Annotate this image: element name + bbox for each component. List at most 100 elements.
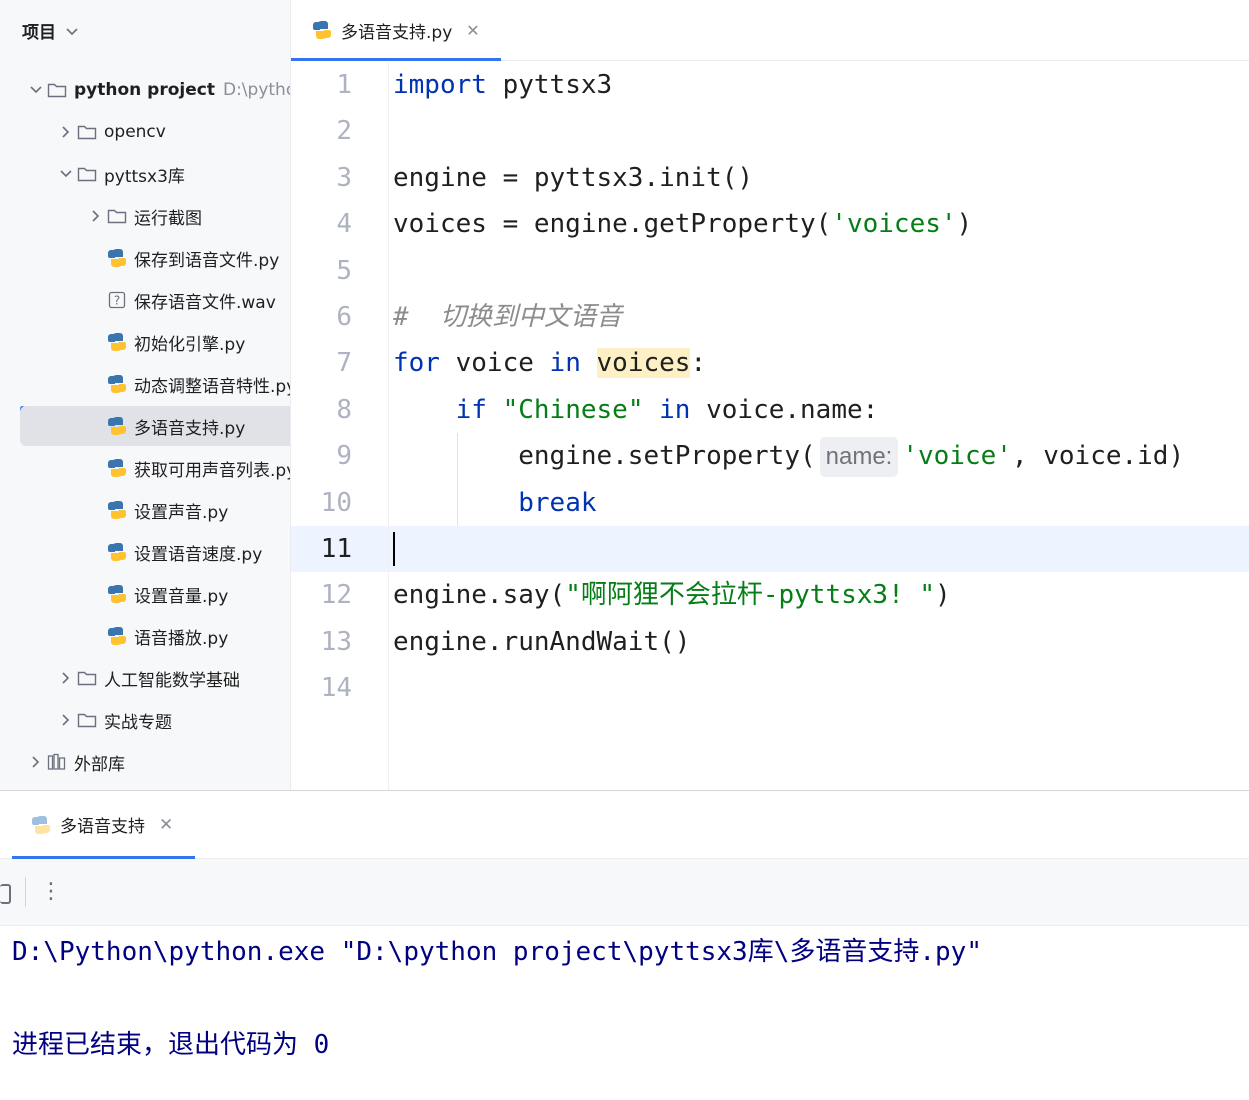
- code-line[interactable]: break: [393, 480, 1249, 526]
- tree-item[interactable]: 初始化引擎.py: [0, 322, 290, 362]
- project-sidebar: 项目 python project D:\python opencv pyttsx…: [0, 0, 291, 790]
- tree-item[interactable]: 设置音量.py: [0, 574, 290, 614]
- code-line[interactable]: engine = pyttsx3.init(): [393, 155, 1249, 201]
- chevron-right-icon[interactable]: [56, 126, 76, 138]
- code-line[interactable]: engine.setProperty(name:'voice', voice.i…: [393, 433, 1249, 479]
- line-number[interactable]: 3: [291, 155, 388, 201]
- tree-item-label: 外部库: [74, 754, 125, 775]
- tree-item-label: 保存语音文件.wav: [134, 292, 276, 313]
- line-number[interactable]: 4: [291, 201, 388, 247]
- line-number[interactable]: 14: [291, 665, 388, 711]
- tree-item[interactable]: 运行截图: [0, 196, 290, 236]
- code-line[interactable]: [393, 248, 1249, 294]
- folder-icon: [76, 667, 98, 689]
- code-line[interactable]: [393, 526, 1249, 572]
- tree-item-label: 运行截图: [134, 208, 202, 229]
- tree-item[interactable]: 获取可用声音列表.py: [0, 448, 290, 488]
- chevron-down-icon[interactable]: [26, 86, 46, 94]
- tree-item-label: opencv: [104, 122, 166, 142]
- python-file-icon: [106, 625, 128, 647]
- code-area[interactable]: import pyttsx3 engine = pyttsx3.init() vo…: [393, 62, 1249, 711]
- line-number[interactable]: 11: [291, 526, 388, 572]
- tree-item[interactable]: 设置语音速度.py: [0, 532, 290, 572]
- line-number[interactable]: 7: [291, 340, 388, 386]
- tree-item-label: 设置声音.py: [134, 502, 229, 523]
- tree-item[interactable]: 外部库: [0, 742, 290, 782]
- gutter-divider: [388, 62, 389, 790]
- code-line[interactable]: import pyttsx3: [393, 62, 1249, 108]
- chevron-down-icon: [66, 21, 78, 41]
- run-tool-window: 多语音支持 ✕ ⋮ D:\Python\python.exe "D:\pytho…: [0, 790, 1249, 1100]
- python-file-icon: [106, 331, 128, 353]
- code-line[interactable]: [393, 108, 1249, 154]
- code-line[interactable]: if "Chinese" in voice.name:: [393, 387, 1249, 433]
- code-line[interactable]: engine.say("啊阿狸不会拉杆-pyttsx3! "): [393, 572, 1249, 618]
- code-line[interactable]: for voice in voices:: [393, 340, 1249, 386]
- line-number[interactable]: 2: [291, 108, 388, 154]
- code-editor[interactable]: 多语音支持.py ✕ 1 2 3 4 5 6 7 8 9 10 11 12 13 14 import py…: [291, 0, 1249, 790]
- tree-item-label: 人工智能数学基础: [104, 670, 240, 691]
- code-token: voices = engine.getProperty(: [393, 209, 832, 240]
- project-view-selector[interactable]: 项目: [22, 18, 78, 43]
- python-file-icon: [106, 499, 128, 521]
- tree-item[interactable]: 人工智能数学基础: [0, 658, 290, 698]
- tree-item-label: 设置语音速度.py: [134, 544, 263, 565]
- code-token: voice: [439, 348, 550, 379]
- line-number[interactable]: 5: [291, 248, 388, 294]
- tree-item-label: pyttsx3库: [104, 166, 185, 187]
- run-toolbar: ⋮: [0, 859, 1249, 926]
- code-line[interactable]: engine.runAndWait(): [393, 619, 1249, 665]
- code-token: ): [956, 209, 973, 240]
- editor-tab-active[interactable]: 多语音支持.py ✕: [291, 0, 501, 61]
- chevron-right-icon[interactable]: [26, 756, 46, 768]
- line-number[interactable]: 8: [291, 387, 388, 433]
- editor-tab-label: 多语音支持.py: [341, 22, 453, 43]
- code-token: , voice.id): [1011, 441, 1185, 472]
- line-number[interactable]: 12: [291, 572, 388, 618]
- code-token: # 切换到中文语音: [393, 301, 622, 332]
- code-token: :: [690, 348, 707, 379]
- close-icon[interactable]: ✕: [466, 21, 479, 40]
- stop-icon[interactable]: [0, 884, 11, 904]
- more-options-icon[interactable]: ⋮: [40, 875, 62, 909]
- tree-item[interactable]: opencv: [0, 112, 290, 152]
- line-number[interactable]: 1: [291, 62, 388, 108]
- tree-item[interactable]: 设置声音.py: [0, 490, 290, 530]
- tree-project-root[interactable]: python project D:\python: [0, 70, 290, 110]
- line-number[interactable]: 6: [291, 294, 388, 340]
- code-token: for: [393, 348, 440, 379]
- code-line[interactable]: # 切换到中文语音: [393, 294, 1249, 340]
- code-line[interactable]: [393, 665, 1249, 711]
- code-token: engine.runAndWait(): [393, 626, 691, 657]
- tree-item[interactable]: 多语音支持.py: [20, 406, 290, 446]
- code-token: voices: [596, 348, 691, 379]
- tree-item[interactable]: 保存到语音文件.py: [0, 238, 290, 278]
- tree-item[interactable]: 语音播放.py: [0, 616, 290, 656]
- tree-item[interactable]: 动态调整语音特性.py: [0, 364, 290, 404]
- line-number[interactable]: 9: [291, 433, 388, 479]
- code-line[interactable]: voices = engine.getProperty('voices'): [393, 201, 1249, 247]
- tree-item[interactable]: ? 保存语音文件.wav: [0, 280, 290, 320]
- line-number[interactable]: 13: [291, 619, 388, 665]
- close-icon[interactable]: ✕: [159, 815, 173, 835]
- code-token: 'voice': [902, 441, 1012, 472]
- chevron-down-icon[interactable]: [56, 170, 76, 178]
- tree-item[interactable]: pyttsx3库: [0, 154, 290, 194]
- chevron-right-icon[interactable]: [56, 714, 76, 726]
- sidebar-title: 项目: [22, 23, 56, 43]
- line-number-gutter[interactable]: 1 2 3 4 5 6 7 8 9 10 11 12 13 14: [291, 62, 388, 711]
- tree-item-label: 多语音支持.py: [134, 418, 246, 439]
- python-file-icon: [106, 541, 128, 563]
- code-token: pyttsx3: [486, 70, 613, 100]
- code-token: import: [393, 70, 487, 100]
- run-tab-active[interactable]: 多语音支持 ✕: [12, 791, 195, 859]
- chevron-right-icon[interactable]: [56, 672, 76, 684]
- tree-item-label: 实战专题: [104, 712, 172, 733]
- chevron-right-icon[interactable]: [86, 210, 106, 222]
- tree-item[interactable]: 实战专题: [0, 700, 290, 740]
- tree-item-label: 语音播放.py: [134, 628, 229, 649]
- folder-icon: [46, 79, 68, 101]
- line-number[interactable]: 10: [291, 480, 388, 526]
